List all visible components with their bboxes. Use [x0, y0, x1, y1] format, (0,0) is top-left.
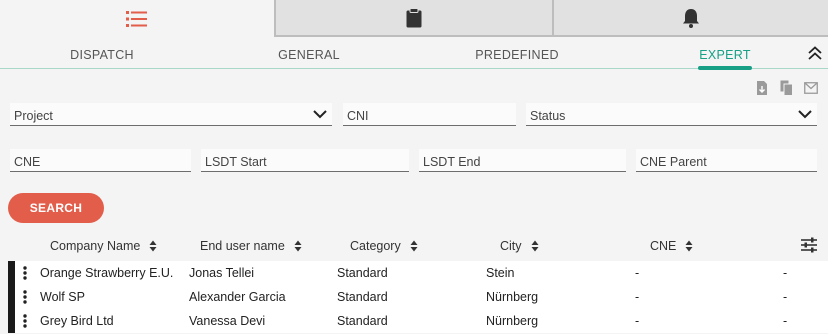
status-select[interactable]: Status — [526, 103, 817, 126]
cne-field[interactable]: CNE — [10, 149, 191, 172]
cell-extra: - — [783, 266, 788, 280]
column-header-cne[interactable]: CNE — [650, 239, 693, 253]
cell-extra: - — [783, 314, 788, 328]
cni-field-label: CNI — [347, 109, 369, 123]
cell-company-name: Grey Bird Ltd — [40, 314, 114, 328]
more-vertical-icon[interactable] — [23, 266, 27, 280]
cell-category: Standard — [337, 266, 388, 280]
lsdt-start-field[interactable]: LSDT Start — [201, 149, 409, 172]
icon-tab-bar — [0, 0, 828, 37]
chevron-down-icon — [313, 110, 327, 119]
column-header-label: Category — [350, 239, 401, 253]
copy-icon[interactable] — [780, 80, 793, 96]
row-marker — [8, 285, 15, 309]
cell-extra: - — [783, 290, 788, 304]
cell-city: Nürnberg — [486, 314, 539, 328]
column-header-city[interactable]: City — [500, 239, 539, 253]
active-tab-indicator — [698, 66, 752, 70]
more-vertical-icon[interactable] — [23, 314, 27, 328]
tab-dispatch[interactable]: DISPATCH — [70, 48, 134, 62]
column-header-label: CNE — [650, 239, 677, 253]
lsdt-end-field-label: LSDT End — [423, 155, 481, 169]
sort-icon — [294, 240, 302, 252]
cell-cne: - — [635, 290, 640, 304]
file-download-icon[interactable] — [756, 80, 768, 96]
search-button[interactable]: SEARCH — [8, 193, 104, 223]
mail-icon[interactable] — [804, 82, 818, 94]
cell-city: Nürnberg — [486, 290, 539, 304]
sort-icon — [531, 240, 539, 252]
row-marker — [8, 261, 15, 285]
project-select[interactable]: Project — [10, 103, 332, 126]
cell-cne: - — [635, 314, 640, 328]
tab-clipboard[interactable] — [274, 0, 552, 37]
table-row[interactable]: Grey Bird Ltd Vanessa Devi Standard Nürn… — [8, 309, 828, 333]
column-header-end-user-name[interactable]: End user name — [200, 239, 302, 253]
filter-tabs: DISPATCH GENERAL PREDEFINED EXPERT — [0, 37, 828, 70]
cell-category: Standard — [337, 290, 388, 304]
cell-company-name: Orange Strawberry E.U. — [40, 266, 174, 280]
cne-parent-field-label: CNE Parent — [640, 155, 707, 169]
sort-icon — [149, 240, 157, 252]
column-header-label: Company Name — [50, 239, 141, 253]
column-settings-icon[interactable] — [800, 237, 818, 253]
sort-icon — [410, 240, 418, 252]
table-row[interactable]: Orange Strawberry E.U. Jonas Tellei Stan… — [8, 261, 828, 285]
cell-cne: - — [635, 266, 640, 280]
tab-predefined[interactable]: PREDEFINED — [475, 48, 559, 62]
lsdt-start-field-label: LSDT Start — [205, 155, 267, 169]
cne-parent-field[interactable]: CNE Parent — [636, 149, 817, 172]
more-vertical-icon[interactable] — [23, 290, 27, 304]
cell-end-user-name: Vanessa Devi — [189, 314, 266, 328]
list-icon — [126, 10, 147, 27]
clipboard-icon — [406, 7, 422, 27]
chevron-down-icon — [798, 110, 812, 119]
column-header-label: End user name — [200, 239, 285, 253]
cni-field[interactable]: CNI — [343, 103, 516, 126]
row-marker — [8, 309, 15, 333]
column-header-category[interactable]: Category — [350, 239, 418, 253]
cne-field-label: CNE — [14, 155, 41, 169]
bell-icon — [683, 8, 699, 28]
collapse-up-icon[interactable] — [806, 45, 824, 61]
cell-end-user-name: Alexander Garcia — [189, 290, 286, 304]
cell-company-name: Wolf SP — [40, 290, 85, 304]
cell-category: Standard — [337, 314, 388, 328]
column-header-company-name[interactable]: Company Name — [50, 239, 157, 253]
tab-notifications[interactable] — [552, 0, 828, 37]
tab-expert[interactable]: EXPERT — [699, 48, 751, 62]
lsdt-end-field[interactable]: LSDT End — [419, 149, 626, 172]
sort-icon — [685, 240, 693, 252]
tab-general[interactable]: GENERAL — [278, 48, 340, 62]
project-select-label: Project — [14, 109, 53, 123]
column-header-label: City — [500, 239, 522, 253]
status-select-label: Status — [530, 109, 566, 123]
cell-end-user-name: Jonas Tellei — [189, 266, 255, 280]
cell-city: Stein — [486, 266, 515, 280]
tab-list[interactable] — [0, 0, 274, 37]
table-row[interactable]: Wolf SP Alexander Garcia Standard Nürnbe… — [8, 285, 828, 309]
